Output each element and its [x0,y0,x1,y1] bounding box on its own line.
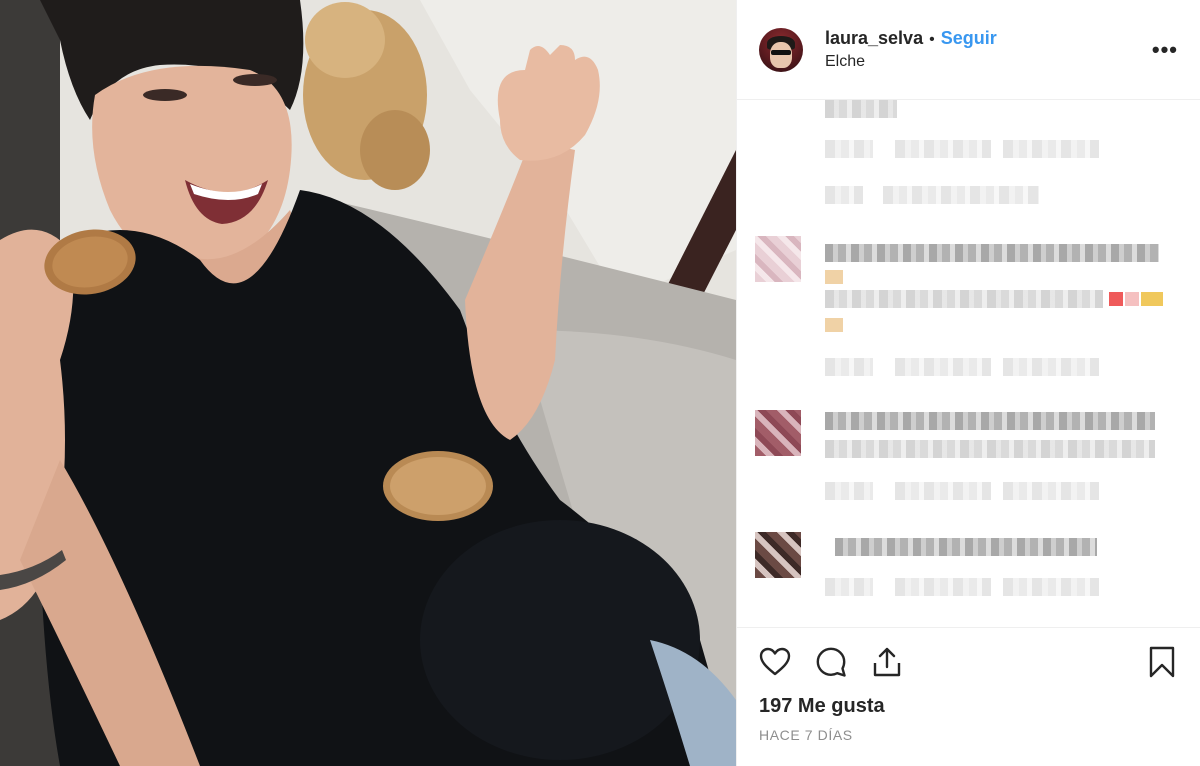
likes-count[interactable]: 197 Me gusta [759,695,885,718]
blurred-comment-meta [1003,140,1099,158]
blurred-comment-text [825,100,897,118]
post-timestamp[interactable]: HACE 7 DÍAS [759,727,853,743]
blurred-emoji [1109,292,1123,306]
blurred-comment-meta [825,140,873,158]
blurred-comment-meta [895,482,991,500]
location-link[interactable]: Elche [825,53,997,71]
action-bar [759,646,1178,678]
bookmark-icon[interactable] [1146,646,1178,678]
blurred-comment-text [825,440,1155,458]
comment-icon[interactable] [815,646,847,678]
blurred-comment-meta [883,186,1039,204]
blurred-emoji [1125,292,1139,306]
blurred-comment-meta [825,482,873,500]
avatar[interactable] [759,27,803,72]
post-photo[interactable] [0,0,736,766]
author-line: laura_selva • Seguir [825,28,997,49]
avatar-face [770,41,792,68]
blurred-comment-meta [1003,358,1099,376]
blurred-comment-meta [1003,482,1099,500]
blurred-comment-text [825,412,1155,430]
comments-area[interactable] [737,100,1200,628]
blurred-comment-meta [825,578,873,596]
username-link[interactable]: laura_selva [825,28,923,49]
blurred-comment-text [835,538,1097,556]
blurred-emoji [825,318,843,332]
follow-button[interactable]: Seguir [941,28,997,49]
blurred-comment-text [825,290,1103,308]
comment-avatar[interactable] [755,410,801,456]
blurred-comment-meta [825,358,873,376]
blurred-comment-meta [895,140,991,158]
comment-avatar[interactable] [755,532,801,578]
author-info: laura_selva • Seguir Elche [825,28,997,71]
separator-dot: • [929,31,935,48]
post-photo-image [0,0,736,766]
post-actions: 197 Me gusta HACE 7 DÍAS [737,628,1200,766]
instagram-post: laura_selva • Seguir Elche ••• 197 Me gu… [0,0,1200,766]
heart-icon[interactable] [759,646,791,678]
post-header: laura_selva • Seguir Elche ••• [737,0,1200,100]
blurred-comment-text [825,244,1159,262]
blurred-comment-meta [1003,578,1099,596]
blurred-emoji [1141,292,1163,306]
share-icon[interactable] [871,646,903,678]
blurred-comment-meta [895,578,991,596]
blurred-emoji [825,270,843,284]
comment-avatar[interactable] [755,236,801,282]
post-sidebar: laura_selva • Seguir Elche ••• 197 Me gu… [736,0,1200,766]
more-options-icon[interactable]: ••• [1152,39,1178,61]
blurred-comment-meta [895,358,991,376]
avatar-glasses [771,49,791,55]
blurred-comment-meta [825,186,863,204]
